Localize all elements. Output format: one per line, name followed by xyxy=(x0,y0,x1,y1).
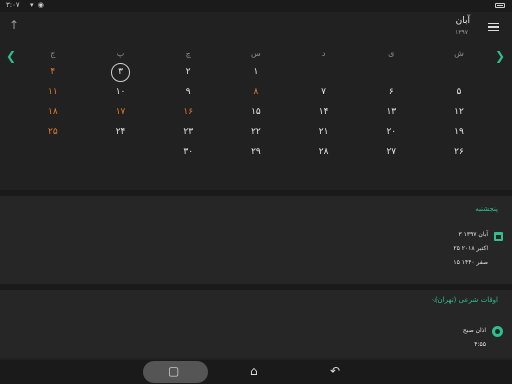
day-cell[interactable]: ۴ xyxy=(19,67,87,77)
status-time: ۳:۰۷ xyxy=(6,1,20,9)
home-icon[interactable]: ⌂ xyxy=(250,364,258,378)
day-cell[interactable]: ۱۸ xyxy=(19,107,87,117)
chevron-down-icon[interactable]: ⌵ xyxy=(432,295,438,305)
day-cell[interactable]: ۲۸ xyxy=(290,147,358,157)
up-arrow-icon[interactable]: ↑ xyxy=(9,18,19,32)
day-cell[interactable]: ۱۷ xyxy=(87,107,155,117)
calendar-icon xyxy=(494,232,503,241)
status-bar: ۳:۰۷ ▾ ◉ xyxy=(0,0,512,12)
week-row: ۲۵ ۲۴ ۲۳ ۲۲ ۲۱ ۲۰ ۱۹ xyxy=(19,122,493,142)
weekday-label: د xyxy=(321,48,326,58)
prev-month-chevron-icon[interactable]: ❮ xyxy=(6,49,16,63)
today-indicator: ۳ xyxy=(111,62,131,82)
day-cell[interactable]: ۳۰ xyxy=(154,147,222,157)
prayer-times-card: اوقات شرعی (تهران) ⌵ اذان صبح ۴:۵۵ xyxy=(0,290,512,358)
day-cell[interactable]: ۲۴ xyxy=(87,127,155,137)
shamsi-date: ۳ آبان ۱۳۹۷ xyxy=(458,231,488,238)
week-row: ۴ ۳ ۲ ۱ xyxy=(19,62,493,82)
weekday-label: ی xyxy=(388,48,395,58)
menu-icon[interactable] xyxy=(488,23,499,31)
weekday-name: پنجشنبه xyxy=(475,205,498,213)
day-cell[interactable]: ۵ xyxy=(425,87,493,97)
day-cell[interactable]: ۱۳ xyxy=(357,107,425,117)
weekday-label: ج xyxy=(50,48,56,58)
day-cell[interactable]: ۱۲ xyxy=(425,107,493,117)
recents-icon[interactable]: ▢ xyxy=(168,364,179,378)
sunrise-icon xyxy=(492,326,503,337)
prayer-times-title[interactable]: اوقات شرعی (تهران) xyxy=(435,296,498,304)
day-cell-today[interactable]: ۳ xyxy=(87,62,155,82)
day-cell[interactable]: ۲۹ xyxy=(222,147,290,157)
back-icon[interactable]: ↶ xyxy=(330,364,340,378)
weekday-label: ش xyxy=(454,48,464,58)
day-cell[interactable]: ۲۰ xyxy=(357,127,425,137)
day-cell[interactable]: ۱۵ xyxy=(222,107,290,117)
hijri-date: ۱۵ صفر ۱۴۴۰ xyxy=(453,259,488,266)
day-cell[interactable]: ۲۳ xyxy=(154,127,222,137)
weekday-label: چ xyxy=(185,48,191,58)
signal-icon: ▾ ◉ xyxy=(30,1,45,9)
day-cell[interactable]: ۶ xyxy=(357,87,425,97)
week-row: ۱۸ ۱۷ ۱۶ ۱۵ ۱۴ ۱۳ ۱۲ xyxy=(19,102,493,122)
calendar-grid: ج پ چ س د ی ش ۴ ۳ ۲ ۱ ۱۱ ۱۰ ۹ ۸ ۷ ۶ ۵ ۱۸… xyxy=(19,44,493,162)
day-cell[interactable]: ۱۴ xyxy=(290,107,358,117)
prayer-time: ۴:۵۵ xyxy=(474,341,486,348)
day-cell[interactable]: ۲۲ xyxy=(222,127,290,137)
day-cell[interactable]: ۲۵ xyxy=(19,127,87,137)
day-cell[interactable]: ۲۷ xyxy=(357,147,425,157)
weekday-header-row: ج پ چ س د ی ش xyxy=(19,44,493,62)
day-cell[interactable]: ۹ xyxy=(154,87,222,97)
day-cell[interactable]: ۱۰ xyxy=(87,87,155,97)
year-subtitle: ۱۳۹۷ xyxy=(455,29,468,36)
next-month-chevron-icon[interactable]: ❯ xyxy=(495,49,505,63)
weekday-label: س xyxy=(251,48,261,58)
system-navigation-bar: ▢ ⌂ ↶ xyxy=(0,360,512,384)
day-cell[interactable]: ۱۹ xyxy=(425,127,493,137)
gregorian-date: ۲۵ اکتبر ۲۰۱۸ xyxy=(453,245,488,252)
prayer-name: اذان صبح xyxy=(462,327,486,334)
day-cell[interactable]: ۲۶ xyxy=(425,147,493,157)
week-row: ۳۰ ۲۹ ۲۸ ۲۷ ۲۶ xyxy=(19,142,493,162)
battery-icon xyxy=(495,3,505,8)
day-cell[interactable]: ۷ xyxy=(290,87,358,97)
selected-day-card[interactable]: پنجشنبه ۳ آبان ۱۳۹۷ ۲۵ اکتبر ۲۰۱۸ ۱۵ صفر… xyxy=(0,196,512,284)
day-cell[interactable]: ۱۱ xyxy=(19,87,87,97)
day-cell[interactable]: ۸ xyxy=(222,87,290,97)
day-cell[interactable]: ۲۱ xyxy=(290,127,358,137)
app-header: ↑ آبان ۱۳۹۷ xyxy=(0,12,512,48)
month-title[interactable]: آبان xyxy=(456,16,470,26)
day-cell[interactable]: ۱ xyxy=(222,67,290,77)
day-cell[interactable]: ۱۶ xyxy=(154,107,222,117)
day-cell[interactable]: ۲ xyxy=(154,67,222,77)
weekday-label: پ xyxy=(116,48,125,58)
week-row: ۱۱ ۱۰ ۹ ۸ ۷ ۶ ۵ xyxy=(19,82,493,102)
